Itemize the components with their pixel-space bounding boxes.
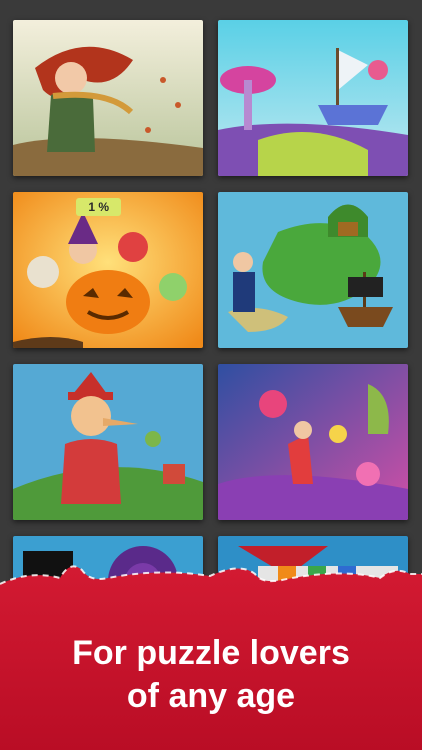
puzzle-tile-pirate-island[interactable]	[218, 192, 408, 348]
puzzle-tile-candy-world[interactable]	[218, 364, 408, 520]
puzzle-tile-halloween-kids[interactable]: 1 %	[13, 192, 203, 348]
candy-world-image	[218, 364, 408, 520]
puzzle-tile-pinocchio[interactable]	[13, 364, 203, 520]
pinocchio-image	[13, 364, 203, 520]
puzzle-tile-girl-autumn[interactable]	[13, 20, 203, 176]
fantasy-ship-image	[218, 20, 408, 176]
girl-autumn-image	[13, 20, 203, 176]
pirate-island-image	[218, 192, 408, 348]
banner-tagline: For puzzle lovers of any age	[0, 632, 422, 718]
tagline-line-1: For puzzle lovers	[72, 634, 350, 672]
puzzle-tile-fantasy-ship[interactable]	[218, 20, 408, 176]
progress-badge: 1 %	[76, 198, 121, 216]
tagline-line-2: of any age	[126, 677, 296, 715]
promo-banner: For puzzle lovers of any age	[0, 560, 422, 750]
